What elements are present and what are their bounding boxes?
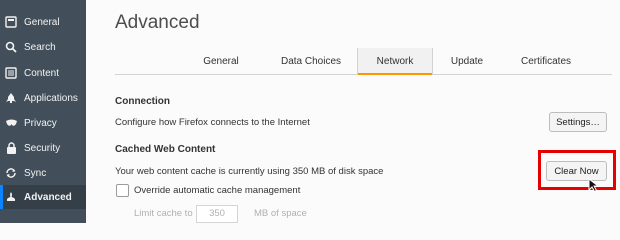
- sidebar-item-privacy[interactable]: Privacy: [0, 111, 86, 135]
- cache-heading: Cached Web Content: [115, 144, 216, 155]
- tab-general[interactable]: General: [177, 48, 265, 74]
- sidebar-item-sync[interactable]: Sync: [0, 161, 86, 185]
- security-icon: [4, 141, 18, 155]
- page-title: Advanced: [115, 12, 200, 33]
- settings-button[interactable]: Settings…: [549, 112, 607, 132]
- tab-data-choices[interactable]: Data Choices: [265, 48, 357, 74]
- sidebar-item-security[interactable]: Security: [0, 136, 86, 160]
- override-cache-checkbox[interactable]: [116, 184, 129, 197]
- settings-button-label: Settings…: [556, 116, 600, 128]
- search-icon: [4, 40, 18, 54]
- applications-icon: [4, 91, 18, 105]
- sidebar-item-label: Sync: [24, 167, 47, 179]
- cache-status: Your web content cache is currently usin…: [115, 166, 384, 177]
- tab-label: Certificates: [520, 55, 571, 67]
- cache-limit-input[interactable]: 350: [196, 205, 238, 223]
- advanced-icon: [4, 190, 18, 204]
- sidebar: General Search Content Applications Priv…: [0, 0, 86, 223]
- limit-cache-prefix: Limit cache to: [134, 208, 193, 219]
- sidebar-item-label: Search: [24, 41, 56, 53]
- tab-certificates[interactable]: Certificates: [503, 48, 589, 74]
- sidebar-item-content[interactable]: Content: [0, 61, 86, 85]
- tab-label: General: [203, 55, 239, 67]
- tab-network[interactable]: Network: [357, 48, 433, 75]
- sidebar-item-label: Privacy: [24, 117, 57, 129]
- connection-description: Configure how Firefox connects to the In…: [115, 117, 310, 128]
- override-cache-label: Override automatic cache management: [134, 185, 301, 196]
- tab-update[interactable]: Update: [431, 48, 503, 74]
- tab-label: Data Choices: [280, 55, 342, 67]
- mouse-pointer-icon: [588, 177, 600, 197]
- general-icon: [4, 15, 18, 29]
- sidebar-item-applications[interactable]: Applications: [0, 86, 86, 110]
- sidebar-item-advanced[interactable]: Advanced: [0, 185, 86, 209]
- sync-icon: [4, 166, 18, 180]
- limit-cache-suffix: MB of space: [254, 208, 307, 219]
- tab-bar: General Data Choices Network Update Cert…: [115, 48, 612, 75]
- content-icon: [4, 66, 18, 80]
- sidebar-item-label: Advanced: [24, 191, 72, 203]
- sidebar-item-label: Security: [24, 142, 61, 154]
- sidebar-item-label: General: [24, 16, 60, 28]
- sidebar-item-general[interactable]: General: [0, 10, 86, 34]
- sidebar-item-search[interactable]: Search: [0, 35, 86, 59]
- clear-now-button-label: Clear Now: [554, 165, 599, 177]
- connection-heading: Connection: [115, 96, 170, 107]
- privacy-icon: [4, 116, 18, 130]
- main-panel: Advanced General Data Choices Network Up…: [86, 0, 620, 223]
- sidebar-item-label: Applications: [24, 92, 78, 104]
- tab-label: Network: [376, 55, 414, 67]
- tab-label: Update: [450, 55, 484, 67]
- sidebar-item-label: Content: [24, 67, 60, 79]
